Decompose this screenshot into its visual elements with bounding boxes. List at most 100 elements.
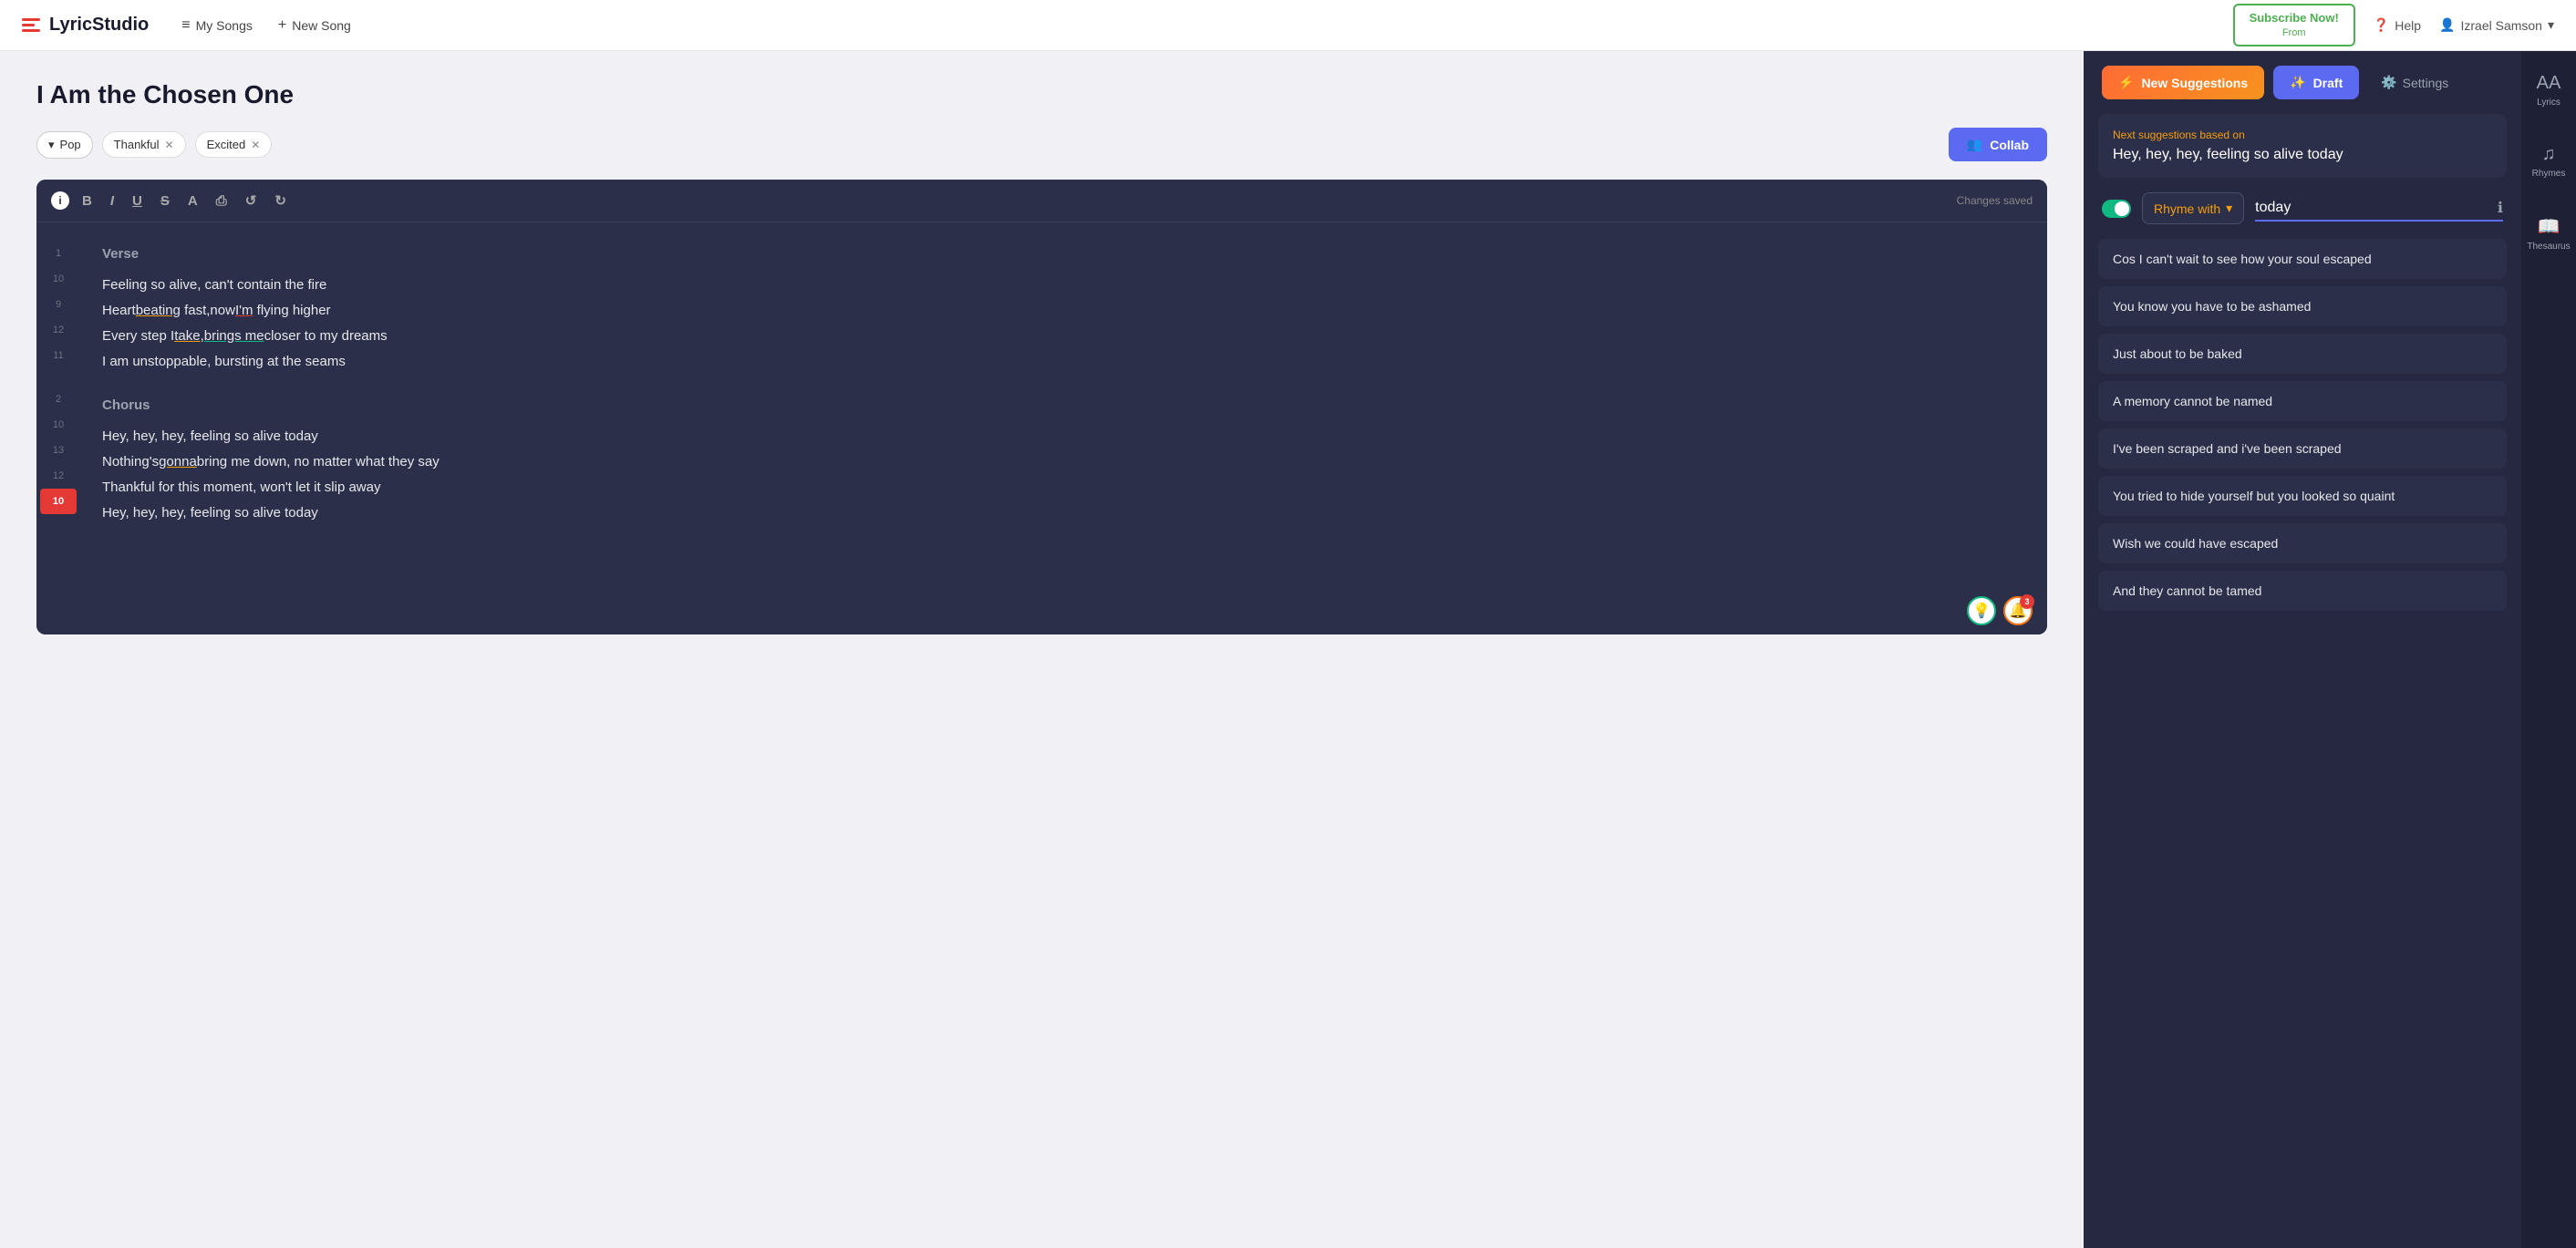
my-songs-label: My Songs: [196, 18, 253, 33]
remove-excited-tag[interactable]: ✕: [251, 139, 260, 151]
wand-icon: ✨: [2290, 75, 2305, 90]
suggestion-icon[interactable]: 💡: [1967, 596, 1996, 625]
lyric-line-7: Thankful for this moment, won't let it s…: [102, 474, 2025, 500]
user-icon: 👤: [2439, 17, 2455, 33]
lyric-line-3: Every step I take , brings me closer to …: [102, 323, 2025, 348]
editor-footer: 💡 🔔 3: [36, 587, 2047, 634]
lyrics-content: 1 10 9 12 11 2 10 13 12 10 Verse Feeling…: [36, 222, 2047, 587]
underline-button[interactable]: U: [127, 190, 148, 212]
suggestion-item-2[interactable]: Just about to be baked: [2098, 334, 2507, 374]
editor-area: I Am the Chosen One ▾ Pop Thankful ✕ Exc…: [0, 51, 2084, 1248]
settings-tab[interactable]: ⚙️ Settings: [2368, 66, 2461, 99]
thesaurus-side-icon[interactable]: 📖 Thesaurus: [2519, 208, 2576, 259]
undo-button[interactable]: ↺: [240, 189, 263, 212]
lyric-line-4: I am unstoppable, bursting at the seams: [102, 348, 2025, 374]
suggestions-panel: ⚡ New Suggestions ✨ Draft ⚙️ Settings Ne…: [2084, 51, 2521, 1248]
gear-icon: ⚙️: [2381, 75, 2396, 90]
lyrics-side-icon[interactable]: AA Lyrics: [2529, 66, 2569, 115]
rhyme-control: ✓ Rhyme with ▾ ℹ: [2098, 192, 2507, 224]
main-layout: I Am the Chosen One ▾ Pop Thankful ✕ Exc…: [0, 51, 2576, 1248]
line-num-10b: 10: [36, 412, 80, 438]
header-right: Subscribe Now! From ❓ Help 👤 Izrael Sams…: [2233, 4, 2554, 46]
rhyme-input-wrapper: ℹ: [2255, 196, 2503, 222]
lyric-line-8: Hey, hey, hey, feeling so alive today: [102, 500, 2025, 525]
help-button[interactable]: ❓ Help: [2374, 17, 2421, 33]
draft-tab[interactable]: ✨ Draft: [2273, 66, 2359, 99]
side-icon-panel: AA Lyrics ♫ Rhymes 📖 Thesaurus: [2521, 51, 2576, 1248]
line-num-13: 13: [36, 438, 80, 463]
logo-icon: [22, 18, 40, 32]
line-num-2: 2: [36, 387, 80, 412]
suggestion-item-5[interactable]: You tried to hide yourself but you looke…: [2098, 476, 2507, 516]
collab-button[interactable]: 👥 Collab: [1949, 128, 2047, 161]
bold-button[interactable]: B: [77, 190, 98, 212]
chorus-header: Chorus: [102, 392, 2025, 418]
new-suggestions-tab[interactable]: ⚡ New Suggestions: [2102, 66, 2264, 99]
bolt-icon: ⚡: [2118, 75, 2134, 90]
suggestion-item-0[interactable]: Cos I can't wait to see how your soul es…: [2098, 239, 2507, 279]
strikethrough-button[interactable]: S: [155, 190, 175, 212]
lyric-line-2: Heart beating fast, now I'm flying highe…: [102, 297, 2025, 323]
new-song-label: New Song: [292, 18, 351, 33]
lyric-line-5: Hey, hey, hey, feeling so alive today: [102, 423, 2025, 449]
line-num-12b: 12: [36, 463, 80, 489]
lyric-line-1: Feeling so alive, can't contain the fire: [102, 272, 2025, 297]
song-title: I Am the Chosen One: [36, 80, 2047, 109]
info-icon[interactable]: i: [51, 191, 69, 210]
chevron-down-icon: ▾: [2548, 17, 2554, 33]
chevron-down-icon: ▾: [48, 138, 55, 152]
color-button[interactable]: A: [182, 190, 203, 212]
rhyme-toggle[interactable]: ✓: [2102, 200, 2131, 218]
redo-button[interactable]: ↻: [269, 189, 292, 212]
rhyme-input[interactable]: [2255, 196, 2490, 220]
remove-thankful-tag[interactable]: ✕: [165, 139, 174, 151]
editor-toolbar: i B I U S A ⎙ ↺ ↻ Changes saved: [36, 180, 2047, 222]
suggestion-item-3[interactable]: A memory cannot be named: [2098, 381, 2507, 421]
next-suggestions-label: Next suggestions based on: [2113, 129, 2492, 141]
lyric-line-6: Nothing's gonna bring me down, no matter…: [102, 449, 2025, 474]
user-menu[interactable]: 👤 Izrael Samson ▾: [2439, 17, 2554, 33]
new-song-nav[interactable]: + New Song: [274, 10, 355, 41]
menu-icon: ≡: [181, 17, 190, 34]
subscribe-button[interactable]: Subscribe Now! From: [2233, 4, 2355, 46]
suggestion-item-6[interactable]: Wish we could have escaped: [2098, 523, 2507, 563]
italic-button[interactable]: I: [105, 190, 119, 212]
main-nav: ≡ My Songs + New Song: [178, 10, 355, 41]
logo-area: LyricStudio: [22, 15, 149, 36]
changes-saved-status: Changes saved: [1957, 194, 2033, 207]
print-button[interactable]: ⎙: [211, 190, 233, 212]
chevron-down-icon: ▾: [2226, 201, 2232, 216]
my-songs-nav[interactable]: ≡ My Songs: [178, 10, 256, 41]
suggestion-item-4[interactable]: I've been scraped and i've been scraped: [2098, 428, 2507, 469]
line-num-10a: 10: [36, 266, 80, 292]
excited-tag: Excited ✕: [195, 131, 273, 158]
verse-header: Verse: [102, 241, 2025, 266]
right-side: ⚡ New Suggestions ✨ Draft ⚙️ Settings Ne…: [2084, 51, 2576, 1248]
thesaurus-icon: 📖: [2538, 215, 2560, 238]
collab-icon: 👥: [1967, 137, 1982, 152]
tags-row: ▾ Pop Thankful ✕ Excited ✕ 👥 Collab: [36, 128, 2047, 161]
suggestion-item-1[interactable]: You know you have to be ashamed: [2098, 286, 2507, 326]
lyrics-icon: AA: [2537, 73, 2561, 94]
suggestions-area: Next suggestions based on Hey, hey, hey,…: [2084, 114, 2521, 1248]
thankful-tag: Thankful ✕: [102, 131, 186, 158]
app-name: LyricStudio: [49, 15, 149, 36]
genre-tag[interactable]: ▾ Pop: [36, 131, 93, 159]
next-suggestions-box: Next suggestions based on Hey, hey, hey,…: [2098, 114, 2507, 178]
alert-badge: 3: [2020, 594, 2034, 609]
rhymes-side-icon[interactable]: ♫ Rhymes: [2525, 137, 2573, 186]
line-num-12a: 12: [36, 317, 80, 343]
line-num-10c: 10: [40, 489, 77, 514]
line-num-1: 1: [36, 241, 80, 266]
next-suggestions-text: Hey, hey, hey, feeling so alive today: [2113, 147, 2492, 163]
line-numbers: 1 10 9 12 11 2 10 13 12 10: [36, 222, 80, 587]
alert-icon[interactable]: 🔔 3: [2003, 596, 2033, 625]
line-num-11: 11: [36, 343, 80, 368]
app-header: LyricStudio ≡ My Songs + New Song Subscr…: [0, 0, 2576, 51]
lyrics-text-area[interactable]: Verse Feeling so alive, can't contain th…: [80, 222, 2047, 587]
editor-box: i B I U S A ⎙ ↺ ↻ Changes saved 1 10 9 1…: [36, 180, 2047, 634]
rhymes-icon: ♫: [2542, 144, 2556, 165]
suggestion-item-7[interactable]: And they cannot be tamed: [2098, 571, 2507, 611]
rhyme-info-icon[interactable]: ℹ: [2498, 199, 2503, 217]
rhyme-with-select[interactable]: Rhyme with ▾: [2142, 192, 2244, 224]
